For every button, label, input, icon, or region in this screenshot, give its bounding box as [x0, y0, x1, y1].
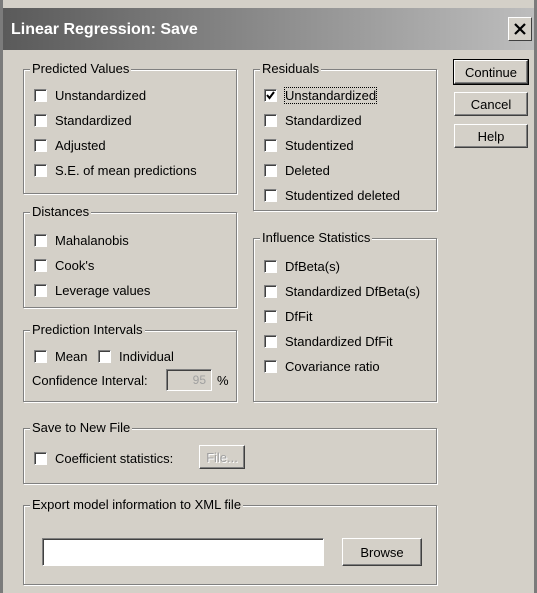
checkmark-icon — [266, 90, 275, 100]
linear-regression-save-dialog: Linear Regression: Save Continue Cancel … — [0, 0, 537, 593]
checkbox-label: Adjusted — [55, 137, 106, 153]
checkbox-label: Unstandardized — [283, 86, 378, 104]
checkbox-box — [264, 309, 277, 323]
residuals-deleted-checkbox[interactable]: Deleted — [264, 161, 330, 179]
distances-legend: Distances — [30, 204, 92, 219]
checkbox-box — [264, 259, 277, 273]
checkbox-label: Deleted — [285, 162, 330, 178]
coefficient-statistics-checkbox[interactable]: Coefficient statistics: — [34, 449, 173, 467]
influence-standardized-dfbeta-checkbox[interactable]: Standardized DfBeta(s) — [264, 282, 420, 300]
checkbox-label: Coefficient statistics: — [55, 450, 174, 466]
checkbox-label: Individual — [119, 348, 174, 364]
predicted-adjusted-checkbox[interactable]: Adjusted — [34, 136, 106, 154]
checkbox-label: DfBeta(s) — [285, 258, 340, 274]
continue-button[interactable]: Continue — [453, 59, 529, 85]
checkbox-label: Standardized — [55, 112, 132, 128]
residuals-studentized-deleted-checkbox[interactable]: Studentized deleted — [264, 186, 400, 204]
window-title: Linear Regression: Save — [11, 21, 198, 38]
influence-statistics-group: Influence Statistics DfBeta(s) Standardi… — [253, 230, 437, 402]
residuals-legend: Residuals — [260, 61, 322, 76]
checkbox-box — [264, 334, 277, 348]
checkbox-box — [264, 359, 277, 373]
residuals-standardized-checkbox[interactable]: Standardized — [264, 111, 362, 129]
checkbox-box — [264, 163, 277, 177]
prediction-intervals-group: Prediction Intervals Mean Individual Con… — [23, 322, 237, 402]
checkbox-box — [34, 283, 47, 297]
influence-covariance-ratio-checkbox[interactable]: Covariance ratio — [264, 357, 380, 375]
predicted-values-group: Predicted Values Unstandardized Standard… — [23, 61, 237, 194]
predicted-unstandardized-checkbox[interactable]: Unstandardized — [34, 86, 146, 104]
predicted-standardized-checkbox[interactable]: Standardized — [34, 111, 132, 129]
checkbox-label: Covariance ratio — [285, 358, 380, 374]
checkbox-box — [34, 138, 47, 152]
export-xml-legend: Export model information to XML file — [30, 497, 244, 512]
checkbox-label: Mean — [55, 348, 88, 364]
distances-leverage-checkbox[interactable]: Leverage values — [34, 281, 150, 299]
checkbox-label: S.E. of mean predictions — [55, 162, 197, 178]
checkbox-label: Cook's — [55, 257, 95, 273]
checkbox-box — [264, 138, 277, 152]
influence-dffit-checkbox[interactable]: DfFit — [264, 307, 312, 325]
influence-dfbeta-checkbox[interactable]: DfBeta(s) — [264, 257, 340, 275]
interval-individual-checkbox[interactable]: Individual — [98, 347, 174, 365]
interval-mean-checkbox[interactable]: Mean — [34, 347, 88, 365]
checkbox-box — [264, 113, 277, 127]
predicted-values-legend: Predicted Values — [30, 61, 132, 76]
xml-file-path-input[interactable] — [42, 538, 324, 566]
checkbox-label: Studentized deleted — [285, 187, 400, 203]
prediction-intervals-legend: Prediction Intervals — [30, 322, 145, 337]
checkbox-box — [34, 113, 47, 127]
export-xml-group: Export model information to XML file Bro… — [23, 497, 437, 585]
checkbox-box — [264, 88, 277, 102]
checkbox-box — [34, 163, 47, 177]
browse-button[interactable]: Browse — [342, 538, 422, 566]
distances-mahalanobis-checkbox[interactable]: Mahalanobis — [34, 231, 129, 249]
help-button[interactable]: Help — [454, 124, 528, 148]
residuals-unstandardized-checkbox[interactable]: Unstandardized — [264, 86, 378, 104]
checkbox-label: Mahalanobis — [55, 232, 129, 248]
confidence-interval-label: Confidence Interval: — [32, 373, 148, 388]
influence-statistics-legend: Influence Statistics — [260, 230, 373, 245]
checkbox-label: Leverage values — [55, 282, 151, 298]
checkbox-box — [34, 451, 47, 465]
save-to-new-file-legend: Save to New File — [30, 420, 133, 435]
percent-sign: % — [217, 373, 229, 388]
checkbox-box — [34, 88, 47, 102]
checkbox-label: DfFit — [285, 308, 313, 324]
distances-group: Distances Mahalanobis Cook's Leverage va… — [23, 204, 237, 308]
checkbox-box — [98, 349, 111, 363]
cancel-button[interactable]: Cancel — [454, 92, 528, 116]
checkbox-label: Unstandardized — [55, 87, 147, 103]
distances-cooks-checkbox[interactable]: Cook's — [34, 256, 94, 274]
checkbox-label: Studentized — [285, 137, 354, 153]
residuals-group: Residuals Unstandardized Standardized St… — [253, 61, 437, 211]
checkbox-label: Standardized — [285, 112, 362, 128]
checkbox-label: Standardized DfBeta(s) — [285, 283, 421, 299]
file-button[interactable]: File... — [199, 445, 245, 469]
residuals-studentized-checkbox[interactable]: Studentized — [264, 136, 354, 154]
save-to-new-file-group: Save to New File Coefficient statistics:… — [23, 420, 437, 484]
predicted-se-mean-checkbox[interactable]: S.E. of mean predictions — [34, 161, 197, 179]
title-bar: Linear Regression: Save — [3, 8, 534, 50]
influence-standardized-dffit-checkbox[interactable]: Standardized DfFit — [264, 332, 393, 350]
checkbox-box — [34, 233, 47, 247]
checkbox-box — [34, 258, 47, 272]
confidence-interval-input[interactable]: 95 — [166, 369, 212, 391]
checkbox-box — [34, 349, 47, 363]
checkbox-box — [264, 188, 277, 202]
close-button[interactable] — [508, 17, 532, 41]
checkbox-label: Standardized DfFit — [285, 333, 393, 349]
checkbox-box — [264, 284, 277, 298]
